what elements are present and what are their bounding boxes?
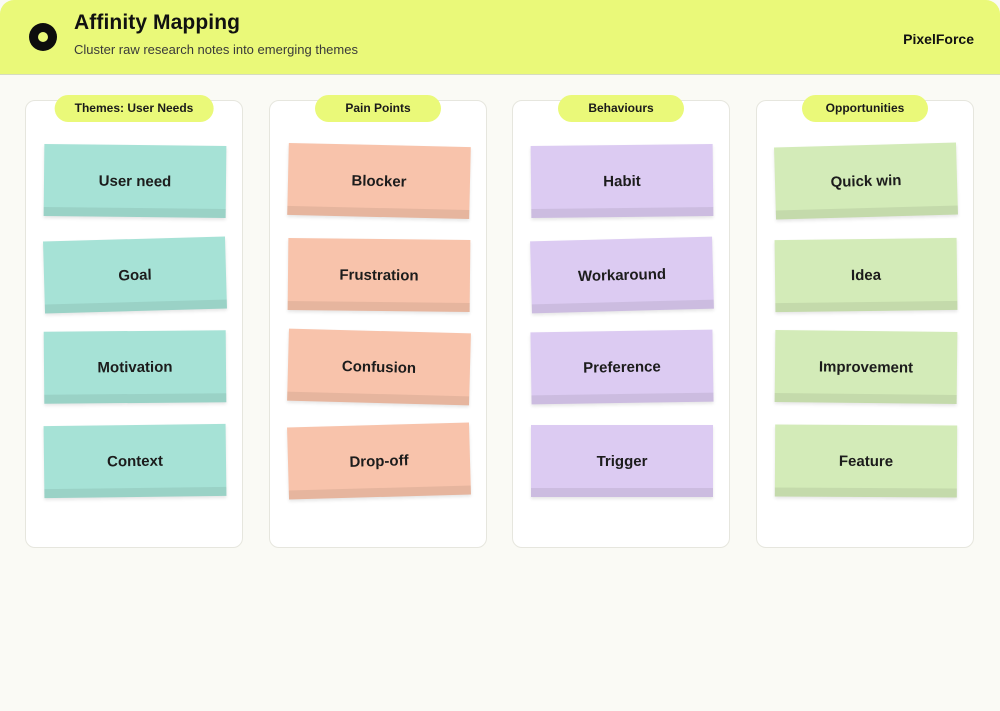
column-title: Pain Points bbox=[315, 95, 441, 122]
column-opportunities: Opportunities Quick win Idea Improvement… bbox=[756, 95, 974, 548]
note-label: Confusion bbox=[341, 357, 417, 377]
sticky-note[interactable]: Quick win bbox=[774, 142, 958, 220]
sticky-note[interactable]: Motivation bbox=[43, 330, 227, 404]
sticky-note[interactable]: Feature bbox=[774, 424, 958, 498]
sticky-note[interactable]: Trigger bbox=[531, 425, 713, 497]
note-label: Frustration bbox=[339, 266, 419, 284]
note-label: Improvement bbox=[818, 358, 914, 376]
app-window: Affinity Mapping Cluster raw research no… bbox=[0, 0, 1000, 711]
sticky-note[interactable]: Workaround bbox=[530, 236, 714, 314]
column-title: Behaviours bbox=[558, 95, 684, 122]
note-label: Motivation bbox=[97, 358, 173, 376]
sticky-note[interactable]: Context bbox=[43, 423, 227, 499]
sticky-note[interactable]: Idea bbox=[774, 237, 958, 313]
column-pain-points: Pain Points Blocker Frustration Confusio… bbox=[269, 95, 487, 548]
note-label: Context bbox=[106, 452, 164, 470]
sticky-note[interactable]: Preference bbox=[530, 329, 714, 405]
ring-logo-icon bbox=[29, 23, 57, 51]
column-title: Opportunities bbox=[802, 95, 928, 122]
note-label: Idea bbox=[850, 266, 882, 284]
page-title: Affinity Mapping bbox=[74, 11, 241, 34]
sticky-note[interactable]: Confusion bbox=[287, 328, 471, 406]
column-title: Themes: User Needs bbox=[54, 95, 214, 122]
sticky-note[interactable]: Habit bbox=[530, 144, 714, 218]
sticky-note[interactable]: Frustration bbox=[287, 238, 471, 312]
page-subtitle: Cluster raw research notes into emerging… bbox=[74, 42, 358, 57]
note-label: Workaround bbox=[577, 265, 667, 285]
note-label: Preference bbox=[583, 357, 661, 377]
sticky-note[interactable]: Goal bbox=[43, 236, 227, 314]
note-label: Goal bbox=[118, 266, 152, 284]
note-label: Drop-off bbox=[349, 451, 409, 471]
note-label: Trigger bbox=[596, 452, 648, 470]
note-label: User need bbox=[98, 172, 172, 190]
sticky-note[interactable]: Drop-off bbox=[287, 422, 471, 500]
sticky-note[interactable]: User need bbox=[43, 144, 227, 218]
column-user-needs: Themes: User Needs User need Goal Motiva… bbox=[25, 95, 243, 548]
sticky-note[interactable]: Improvement bbox=[774, 330, 958, 404]
note-label: Habit bbox=[603, 172, 641, 190]
note-label: Feature bbox=[838, 452, 894, 470]
sticky-note[interactable]: Blocker bbox=[287, 142, 471, 220]
column-behaviours: Behaviours Habit Workaround Preference T… bbox=[512, 95, 730, 548]
app-header: Affinity Mapping Cluster raw research no… bbox=[0, 0, 1000, 75]
brand-name: PixelForce bbox=[903, 31, 974, 47]
note-label: Quick win bbox=[830, 171, 902, 191]
note-label: Blocker bbox=[351, 171, 407, 191]
